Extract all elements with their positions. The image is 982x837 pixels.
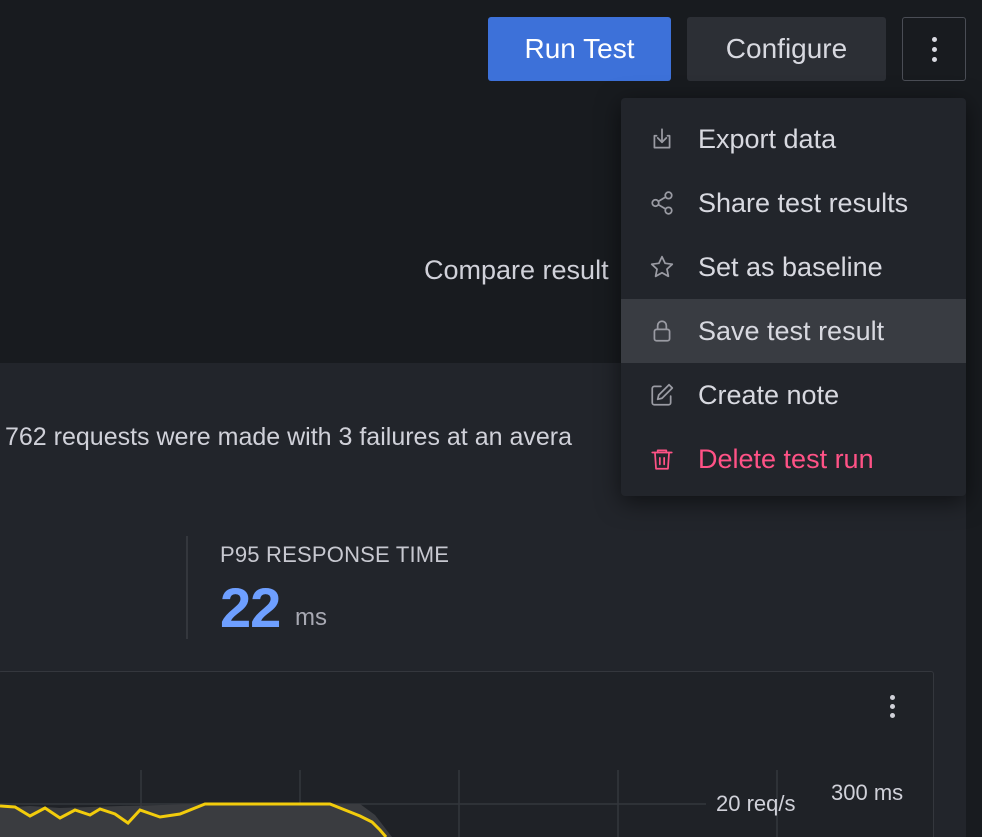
more-options-menu: Export data Share test results Set as ba… — [621, 98, 966, 496]
menu-item-label: Set as baseline — [698, 251, 883, 282]
menu-item-delete-run[interactable]: Delete test run — [621, 427, 966, 491]
chart-menu-button[interactable] — [884, 690, 900, 722]
trash-icon — [648, 445, 676, 473]
menu-item-save-result[interactable]: Save test result — [621, 299, 966, 363]
edit-icon — [648, 381, 676, 409]
menu-item-label: Share test results — [698, 187, 909, 218]
menu-item-label: Create note — [698, 379, 840, 410]
menu-item-create-note[interactable]: Create note — [621, 363, 966, 427]
left-axis-label: 20 req/s — [716, 791, 796, 816]
app-page: Run Test Configure Compare result 762 re… — [0, 0, 982, 837]
menu-item-export-data[interactable]: Export data — [621, 107, 966, 171]
share-icon — [648, 189, 676, 217]
right-axis-label: 300 ms — [831, 780, 904, 805]
menu-item-label: Delete test run — [698, 443, 874, 474]
menu-item-label: Export data — [698, 123, 837, 154]
star-icon — [648, 253, 676, 281]
download-icon — [648, 125, 676, 153]
menu-item-share-results[interactable]: Share test results — [621, 171, 966, 235]
lock-icon — [648, 317, 676, 345]
menu-item-label: Save test result — [698, 315, 885, 346]
menu-item-set-baseline[interactable]: Set as baseline — [621, 235, 966, 299]
